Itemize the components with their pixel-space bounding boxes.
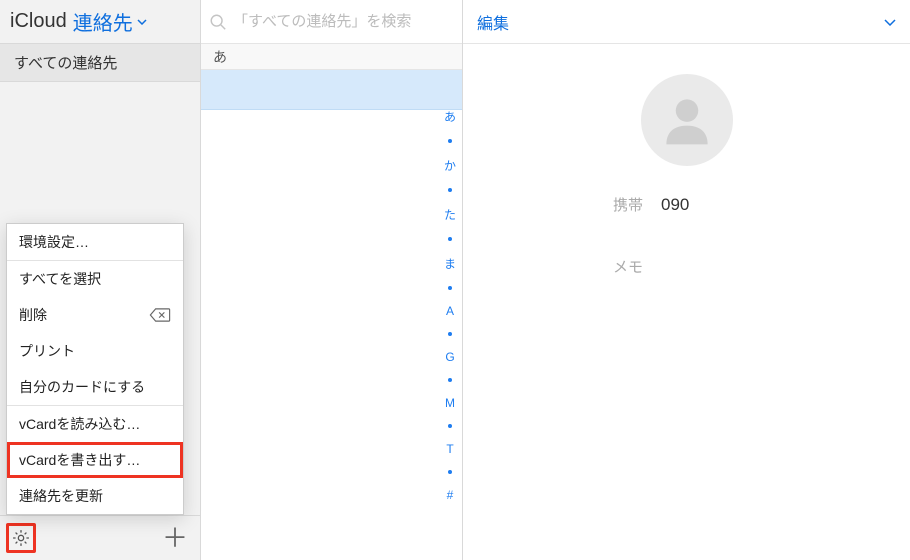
field-phone-value: 090 [661, 195, 689, 215]
index-letter[interactable]: A [446, 304, 454, 318]
contact-detail-pane: 編集 携帯 090 メモ [463, 0, 910, 560]
index-letter[interactable]: ま [444, 255, 456, 272]
index-dot [448, 424, 452, 428]
menu-prefs[interactable]: 環境設定… [7, 224, 183, 260]
sidebar-group-all[interactable]: すべての連絡先 [0, 44, 200, 82]
menu-make-my-card[interactable]: 自分のカードにする [7, 369, 183, 405]
field-memo-label: メモ [493, 256, 643, 277]
avatar [641, 74, 733, 166]
index-letter[interactable]: M [445, 396, 455, 410]
index-dot [448, 470, 452, 474]
menu-export-vcard[interactable]: vCardを書き出す… [7, 442, 183, 478]
chevron-down-icon [137, 19, 147, 25]
settings-button[interactable] [6, 523, 36, 553]
index-dot [448, 139, 452, 143]
alpha-index-rail[interactable]: あ か た ま A G M T # [444, 108, 456, 502]
plus-icon: ＋ [162, 525, 188, 551]
index-letter[interactable]: T [446, 442, 453, 456]
search-input[interactable] [233, 13, 454, 30]
edit-button[interactable]: 編集 [477, 10, 509, 34]
settings-menu: 環境設定… すべてを選択 削除 プリント 自分のカードにする vCardを読み込… [6, 223, 184, 515]
list-section-header: あ [201, 44, 462, 70]
index-dot [448, 378, 452, 382]
index-dot [448, 237, 452, 241]
index-dot [448, 188, 452, 192]
field-phone-label: 携帯 [493, 194, 643, 215]
chevron-down-icon [884, 19, 896, 26]
index-dot [448, 332, 452, 336]
index-letter[interactable]: G [445, 350, 454, 364]
section-dropdown[interactable]: 連絡先 [73, 7, 147, 36]
menu-select-all[interactable]: すべてを選択 [7, 261, 183, 297]
index-letter[interactable]: た [444, 206, 456, 223]
index-letter[interactable]: か [444, 157, 456, 174]
field-memo: メモ [493, 256, 880, 280]
detail-body: 携帯 090 メモ [463, 44, 910, 560]
index-letter[interactable]: # [447, 488, 454, 502]
sidebar-footer: ＋ [0, 515, 200, 560]
sidebar: iCloud 連絡先 すべての連絡先 環境設定… すべてを選択 削除 プリント … [0, 0, 201, 560]
menu-import-vcard[interactable]: vCardを読み込む… [7, 406, 183, 442]
index-dot [448, 286, 452, 290]
backspace-icon [149, 308, 171, 322]
detail-actions-dropdown[interactable] [884, 13, 896, 31]
contacts-list-column: あ あ か た ま A G M T # [201, 0, 463, 560]
menu-print[interactable]: プリント [7, 333, 183, 369]
brand-label: iCloud [10, 10, 67, 33]
sidebar-group-label: すべての連絡先 [14, 52, 117, 73]
index-letter[interactable]: あ [444, 108, 456, 125]
detail-header: 編集 [463, 0, 910, 44]
section-label: 連絡先 [73, 7, 133, 36]
menu-refresh[interactable]: 連絡先を更新 [7, 478, 183, 514]
search-icon [209, 13, 227, 31]
person-icon [657, 90, 717, 150]
menu-delete[interactable]: 削除 [7, 297, 183, 333]
contact-row[interactable] [201, 70, 462, 110]
gear-icon [11, 528, 31, 548]
add-button[interactable]: ＋ [160, 523, 190, 553]
search-bar [201, 0, 462, 44]
field-phone: 携帯 090 [493, 194, 880, 218]
app-header: iCloud 連絡先 [0, 0, 200, 44]
